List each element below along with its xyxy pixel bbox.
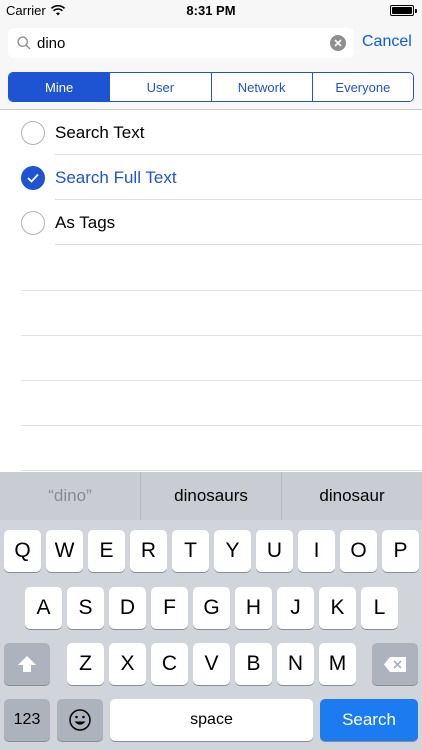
key-g[interactable]: G: [193, 587, 230, 629]
key-b[interactable]: B: [235, 643, 272, 685]
option-search-full-text[interactable]: Search Full Text: [0, 155, 422, 200]
suggestion-dinosaurs[interactable]: dinosaurs: [140, 472, 281, 520]
key-m[interactable]: M: [319, 643, 356, 685]
emoji-face-icon: [69, 709, 91, 731]
key-c[interactable]: C: [151, 643, 188, 685]
empty-row-divider: [21, 290, 422, 291]
clear-icon[interactable]: [330, 35, 346, 51]
empty-row-divider: [21, 380, 422, 381]
delete-key[interactable]: [372, 643, 418, 685]
keyboard: “dino” dinosaurs dinosaur Q W E R T Y U …: [0, 472, 422, 750]
search-header: Cancel Mine User Network Everyone: [0, 22, 422, 110]
shift-arrow-icon: [18, 656, 36, 672]
key-x[interactable]: X: [109, 643, 146, 685]
radio-unchecked-icon: [21, 121, 45, 145]
option-label: Search Full Text: [55, 168, 177, 187]
scope-segmented-control: Mine User Network Everyone: [8, 72, 414, 102]
key-n[interactable]: N: [277, 643, 314, 685]
backspace-icon: [384, 656, 406, 672]
key-h[interactable]: H: [235, 587, 272, 629]
key-v[interactable]: V: [193, 643, 230, 685]
key-k[interactable]: K: [319, 587, 356, 629]
emoji-key[interactable]: [57, 699, 103, 741]
empty-row-divider: [21, 470, 422, 471]
option-search-text[interactable]: Search Text: [0, 110, 422, 155]
checkmark-icon: [27, 173, 39, 183]
empty-row-divider: [21, 425, 422, 426]
search-input[interactable]: [37, 31, 332, 55]
battery-icon: [390, 5, 417, 16]
status-bar: Carrier 8:31 PM: [0, 0, 422, 22]
option-label: As Tags: [55, 213, 116, 232]
search-options-list: Search Text Search Full Text As Tags: [0, 110, 422, 245]
key-l[interactable]: L: [361, 587, 398, 629]
key-y[interactable]: Y: [214, 530, 251, 572]
key-f[interactable]: F: [151, 587, 188, 629]
option-label: Search Text: [55, 123, 145, 142]
numbers-key[interactable]: 123: [4, 699, 50, 741]
key-r[interactable]: R: [130, 530, 167, 572]
key-t[interactable]: T: [172, 530, 209, 572]
shift-key[interactable]: [4, 643, 50, 685]
key-z[interactable]: Z: [67, 643, 104, 685]
suggestion-dinosaur[interactable]: dinosaur: [281, 472, 422, 520]
option-as-tags[interactable]: As Tags: [0, 200, 422, 245]
key-w[interactable]: W: [46, 530, 83, 572]
key-d[interactable]: D: [109, 587, 146, 629]
key-e[interactable]: E: [88, 530, 125, 572]
key-j[interactable]: J: [277, 587, 314, 629]
key-o[interactable]: O: [340, 530, 377, 572]
scope-tab-user[interactable]: User: [109, 73, 211, 101]
key-i[interactable]: I: [298, 530, 335, 572]
radio-unchecked-icon: [21, 211, 45, 235]
search-key[interactable]: Search: [320, 699, 418, 741]
suggestion-literal[interactable]: “dino”: [0, 472, 140, 520]
key-p[interactable]: P: [382, 530, 419, 572]
search-bar[interactable]: [8, 28, 354, 58]
scope-tab-mine[interactable]: Mine: [9, 73, 110, 101]
key-q[interactable]: Q: [4, 530, 41, 572]
scope-tab-network[interactable]: Network: [210, 73, 312, 101]
search-icon: [17, 36, 31, 50]
status-time: 8:31 PM: [186, 3, 236, 18]
cancel-button[interactable]: Cancel: [362, 33, 412, 51]
empty-row-divider: [21, 335, 422, 336]
space-key[interactable]: space: [110, 699, 313, 741]
radio-checked-icon: [21, 166, 45, 190]
key-a[interactable]: A: [25, 587, 62, 629]
scope-tab-everyone[interactable]: Everyone: [311, 73, 413, 101]
key-s[interactable]: S: [67, 587, 104, 629]
key-u[interactable]: U: [256, 530, 293, 572]
predictive-bar: “dino” dinosaurs dinosaur: [0, 472, 422, 520]
